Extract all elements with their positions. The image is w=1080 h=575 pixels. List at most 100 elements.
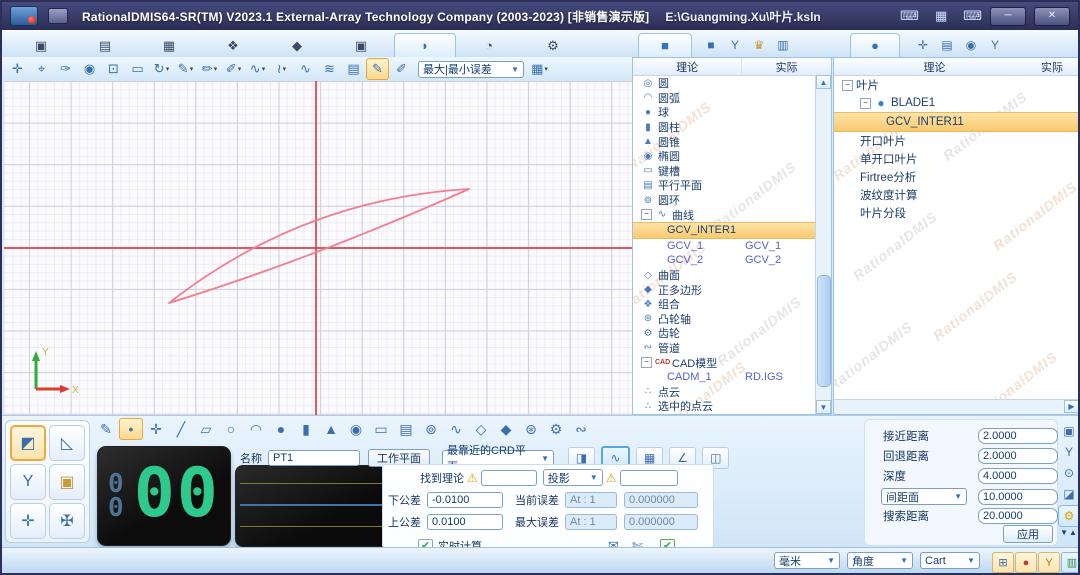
- tab-measure-icon[interactable]: ◗: [394, 33, 456, 58]
- tree-item-arc[interactable]: ◠圆弧: [633, 91, 831, 106]
- tab-materials-icon[interactable]: ◆: [266, 33, 328, 58]
- graphics-viewport[interactable]: Y X: [4, 81, 632, 415]
- probe-button[interactable]: Y: [10, 464, 46, 500]
- curve-feature-icon[interactable]: ∿: [444, 418, 468, 440]
- close-button[interactable]: ✕: [1034, 7, 1070, 26]
- vector-surface-icon[interactable]: ✐▾: [222, 58, 245, 80]
- line-feature-icon[interactable]: ╱: [169, 418, 193, 440]
- coord-display-icon[interactable]: ⊞: [992, 552, 1014, 573]
- collapse-icon[interactable]: −: [860, 98, 871, 109]
- cube-icon[interactable]: ■: [702, 38, 720, 52]
- search-tool-icon[interactable]: ⊙: [1059, 463, 1080, 483]
- tree-item-firtree-analysis[interactable]: Firtree分析: [834, 168, 1079, 186]
- spacing-mode-select[interactable]: 间距面▼: [881, 488, 967, 505]
- scan-closed-icon[interactable]: ≀▾: [270, 58, 293, 80]
- circle-feature-icon[interactable]: ○: [219, 418, 243, 440]
- tree-item-blade-root[interactable]: −叶片: [834, 76, 1079, 94]
- angle-select[interactable]: 角度▼: [847, 552, 913, 569]
- error-mode-select[interactable]: 最大|最小误差▼: [418, 61, 524, 78]
- tree-item-circle[interactable]: ◎圆: [633, 76, 831, 91]
- tree-item-polygon[interactable]: ◆正多边形: [633, 282, 831, 297]
- probe-case-icon[interactable]: ▣: [1059, 421, 1080, 441]
- window-menu-icon[interactable]: [48, 8, 68, 24]
- probe-y-icon[interactable]: Y: [726, 38, 744, 52]
- machine-joystick-icon[interactable]: ⌨: [963, 8, 982, 24]
- tree-item-pipe[interactable]: ∾管道: [633, 341, 831, 356]
- tree-vertical-scrollbar[interactable]: ▲ ▼: [815, 75, 831, 414]
- apply-button[interactable]: 应用: [1003, 525, 1053, 543]
- coordinate-system-button[interactable]: ✛: [10, 503, 46, 539]
- collapse-icon[interactable]: −: [842, 80, 853, 91]
- sphere-feature-icon[interactable]: ●: [269, 418, 293, 440]
- compile-icon[interactable]: ▦▾: [528, 58, 551, 80]
- surface-feature-icon[interactable]: ◇: [469, 418, 493, 440]
- settings-gear-icon[interactable]: ⚙: [1058, 505, 1080, 527]
- tree-item-gear[interactable]: ⚙齿轮: [633, 326, 831, 341]
- approach-distance-input[interactable]: [978, 428, 1058, 444]
- tab-document-icon[interactable]: ▤: [74, 33, 136, 58]
- scan-patch-icon[interactable]: ≋: [318, 58, 341, 80]
- lisa-box-button[interactable]: ▣: [49, 464, 85, 500]
- projection-select[interactable]: 投影▼: [543, 469, 603, 486]
- section-view-icon[interactable]: ▭: [126, 58, 149, 80]
- lower-tolerance-input[interactable]: [427, 492, 503, 508]
- ball-probe-icon[interactable]: ●: [1015, 552, 1037, 573]
- tree-item-gcv-inter11[interactable]: GCV_INTER11: [834, 112, 1079, 132]
- name-input[interactable]: [268, 450, 360, 466]
- torus-feature-icon[interactable]: ⊚: [419, 418, 443, 440]
- joystick-icon[interactable]: ⌨: [900, 8, 919, 24]
- tab-machine-icon[interactable]: ▣: [10, 33, 72, 58]
- vector-point-icon[interactable]: ✎▾: [174, 58, 197, 80]
- tree-item-cone[interactable]: ▲圆锥: [633, 134, 831, 149]
- polygon-feature-icon[interactable]: ◆: [494, 418, 518, 440]
- tree-item-cadm-1[interactable]: CADM_1RD.IGS: [633, 370, 831, 385]
- tree-item-curve-group[interactable]: −∿曲线: [633, 207, 831, 222]
- stats-icon[interactable]: ▥: [1061, 552, 1080, 573]
- projection-input[interactable]: [620, 470, 678, 486]
- gear-feature-icon[interactable]: ⚙: [544, 418, 568, 440]
- tree-horizontal-scrollbar[interactable]: ▶: [834, 399, 1079, 414]
- strip-scroll-arrows[interactable]: ▼▲: [1060, 528, 1078, 537]
- scroll-right-icon[interactable]: ▶: [1064, 400, 1079, 413]
- probe-status-icon[interactable]: Y: [1038, 552, 1060, 573]
- point-feature-icon[interactable]: •: [119, 418, 143, 440]
- minimize-button[interactable]: ─: [990, 7, 1026, 26]
- axis-point-icon[interactable]: ✛: [144, 418, 168, 440]
- tree-item-parallel-planes[interactable]: ▤平行平面: [633, 178, 831, 193]
- tree-item-open-blade[interactable]: 开口叶片: [834, 132, 1079, 150]
- scroll-up-icon[interactable]: ▲: [816, 75, 831, 89]
- cylinder-feature-icon[interactable]: ▮: [294, 418, 318, 440]
- unit-select[interactable]: 毫米▼: [774, 552, 840, 569]
- teach-measure-icon[interactable]: ✎: [94, 418, 118, 440]
- tree-item-combine[interactable]: ❖组合: [633, 297, 831, 312]
- tree-item-blade-segment[interactable]: 叶片分段: [834, 204, 1079, 222]
- measure-cube-button[interactable]: ◩: [10, 425, 46, 461]
- scroll-down-icon[interactable]: ▼: [816, 400, 831, 414]
- tree-item-cad-model[interactable]: −CADCAD模型: [633, 355, 831, 370]
- crown-icon[interactable]: ♛: [750, 38, 768, 52]
- found-theory-input[interactable]: [481, 470, 537, 486]
- coord-system-select[interactable]: Cart▼: [920, 552, 980, 569]
- tree-item-gcv-inter1[interactable]: GCV_INTER1: [633, 222, 831, 239]
- tree-item-torus[interactable]: ⊚圆环: [633, 193, 831, 208]
- evaluate-ruler-button[interactable]: ◺: [49, 425, 85, 461]
- retract-distance-input[interactable]: [978, 448, 1058, 464]
- arc-feature-icon[interactable]: ◠: [244, 418, 268, 440]
- vector-edge-icon[interactable]: ✏▾: [198, 58, 221, 80]
- teach-pen-icon[interactable]: ✎: [366, 58, 389, 80]
- rotate-probe-icon[interactable]: ↻▾: [150, 58, 173, 80]
- tab-blade-panel-icon[interactable]: ●: [850, 33, 900, 58]
- camera-icon[interactable]: ◉: [962, 38, 980, 52]
- machine-tools-button[interactable]: ✠: [49, 503, 85, 539]
- tree-item-selected-point-cloud[interactable]: ∴选中的点云: [633, 399, 831, 414]
- depth-input[interactable]: [978, 468, 1058, 484]
- search-distance-input[interactable]: [978, 508, 1058, 524]
- tab-print-icon[interactable]: ▣: [330, 33, 392, 58]
- cone-feature-icon[interactable]: ▲: [319, 418, 343, 440]
- scan-curve-icon[interactable]: ∿: [294, 58, 317, 80]
- pipe-feature-icon[interactable]: ∾: [569, 418, 593, 440]
- slot-feature-icon[interactable]: ▭: [369, 418, 393, 440]
- tab-window-icon[interactable]: ▦: [138, 33, 200, 58]
- probe-build-icon[interactable]: ◪: [1059, 484, 1080, 504]
- tab-evaluate-icon[interactable]: ◔: [458, 33, 520, 58]
